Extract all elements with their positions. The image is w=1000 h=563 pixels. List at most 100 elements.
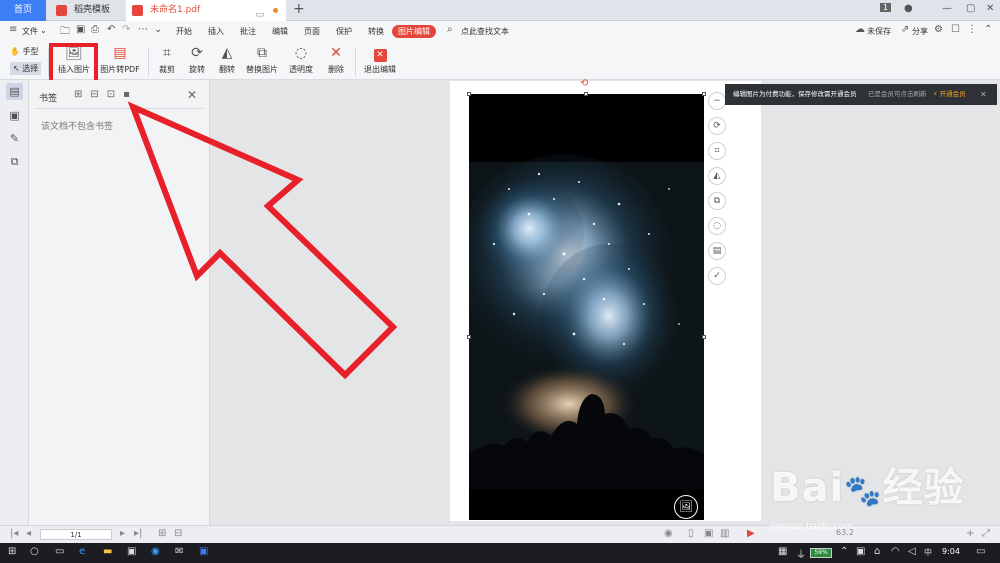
unsaved-status[interactable]: 未保存 (867, 26, 891, 37)
confirm-tool-icon[interactable]: ✓ (708, 267, 726, 285)
flip-button[interactable]: ◭ 翻转 (216, 45, 238, 75)
hamburger-icon[interactable]: ≡ (9, 24, 17, 35)
mail-icon[interactable]: ✉ (175, 546, 183, 557)
page-count-badge[interactable]: 1 (880, 3, 892, 12)
transparency-tool-icon[interactable]: ◌ (708, 217, 726, 235)
new-tab-button[interactable]: + (293, 1, 305, 17)
resize-handle[interactable] (584, 92, 588, 96)
exit-edit-button[interactable]: ✕ 退出编辑 (362, 45, 398, 75)
menu-convert[interactable]: 转换 (368, 26, 384, 37)
replace-image-button[interactable]: ⧉ 替换图片 (244, 45, 280, 75)
first-page-icon[interactable]: |◂ (10, 528, 18, 539)
page-add-icon[interactable]: ⊞ (158, 528, 166, 539)
save-icon[interactable]: ▣ (76, 24, 85, 35)
cortana-icon[interactable]: ○ (30, 546, 39, 557)
book-view-icon[interactable]: ▥ (720, 528, 729, 539)
tab-document[interactable]: 未命名1.pdf ▭ (126, 0, 286, 21)
menu-page[interactable]: 页面 (304, 26, 320, 37)
bookmark-panel-icon[interactable]: ▤ (6, 83, 23, 100)
rotate-tool-icon[interactable]: ⟳ (708, 117, 726, 135)
avatar[interactable]: ● (904, 3, 913, 14)
refresh-hint[interactable]: 已是会员可点击刷新 (868, 84, 927, 105)
wifi-icon[interactable]: ◠ (891, 546, 900, 557)
image-to-pdf-button[interactable]: ▤ 图片转PDF (100, 45, 140, 75)
page-number-input[interactable]: 1/1 (40, 529, 112, 540)
extract-tool-icon[interactable]: ▤ (708, 242, 726, 260)
volume-icon[interactable]: ◁ (908, 546, 916, 557)
open-folder-icon[interactable]: 🗀 (60, 24, 70, 41)
undo-icon[interactable]: ↶ (107, 24, 115, 35)
resize-handle[interactable] (467, 92, 471, 96)
share-icon[interactable]: ⇗ (901, 24, 909, 35)
close-icon[interactable]: ✕ (986, 3, 994, 14)
crop-button[interactable]: ⌗ 裁剪 (156, 45, 178, 75)
eye-icon[interactable]: ◉ (664, 528, 673, 539)
collapse-icon[interactable]: ⌃ (984, 24, 992, 35)
continuous-page-icon[interactable]: ▣ (704, 528, 713, 539)
search-icon[interactable]: ⌕ (447, 24, 453, 35)
minimize-icon[interactable]: — (942, 3, 952, 14)
add-bookmark-icon[interactable]: ⊞ (74, 89, 90, 100)
transparency-button[interactable]: ◌ 透明度 (286, 45, 316, 75)
battery-icon[interactable]: 59% (810, 548, 832, 558)
notification-center-icon[interactable]: ▭ (976, 546, 985, 557)
bookmark-edit-icon[interactable]: ⊡ (107, 89, 123, 100)
tab-home[interactable]: 首页 (0, 0, 46, 21)
photo-action-icon[interactable]: 🖼 (674, 495, 698, 519)
collapse-tools-icon[interactable]: − (708, 92, 726, 110)
print-icon[interactable]: ⎙ (91, 24, 99, 35)
tray-icon[interactable]: ▣ (856, 546, 865, 557)
resize-handle[interactable] (702, 92, 706, 96)
system-clock[interactable]: 9:04 (942, 547, 960, 556)
wps-icon[interactable]: ▣ (199, 546, 208, 557)
fireworks-photo[interactable] (469, 94, 704, 520)
plug-icon[interactable]: ⏚ (796, 546, 806, 561)
menu-protect[interactable]: 保护 (336, 26, 352, 37)
menu-insert[interactable]: 插入 (208, 26, 224, 37)
chevron-down-icon[interactable]: ⌄ (40, 26, 47, 35)
explorer-icon[interactable]: ▬ (103, 546, 112, 557)
annotation-icon[interactable]: ✎ (6, 130, 23, 147)
tray-up-icon[interactable]: ⌃ (840, 546, 848, 557)
menu-edit[interactable]: 编辑 (272, 26, 288, 37)
cloud-icon[interactable]: ☁ (855, 24, 865, 35)
replace-tool-icon[interactable]: ⧉ (708, 192, 726, 210)
edge-icon[interactable]: e (79, 546, 85, 557)
prev-page-icon[interactable]: ◂ (26, 528, 31, 539)
crop-tool-icon[interactable]: ⌗ (708, 142, 726, 160)
delete-button[interactable]: ✕ 删除 (325, 45, 347, 75)
hand-tool[interactable]: ✋ 手型 (10, 46, 39, 57)
rotate-button[interactable]: ⟳ 旋转 (185, 45, 209, 75)
panel-close-icon[interactable]: ✕ (187, 88, 197, 102)
flip-tool-icon[interactable]: ◭ (708, 167, 726, 185)
rotate-handle-icon[interactable]: ⟲ (580, 78, 588, 89)
bookmark-delete-icon[interactable]: ▪ (123, 89, 138, 100)
store-icon[interactable]: ▣ (127, 546, 136, 557)
input-language[interactable]: 中 (924, 547, 932, 558)
last-page-icon[interactable]: ▸| (134, 528, 142, 539)
fullscreen-icon[interactable]: ⤢ (982, 528, 990, 539)
comment-icon[interactable]: ☐ (951, 24, 960, 35)
menu-start[interactable]: 开始 (176, 26, 192, 37)
notification-close-icon[interactable]: ✕ (980, 84, 987, 105)
tab-template[interactable]: 稻壳模板 (50, 0, 122, 21)
resize-handle[interactable] (702, 335, 706, 339)
task-view-icon[interactable]: ▭ (55, 546, 64, 557)
thumbnail-icon[interactable]: ▣ (6, 107, 23, 124)
search-input[interactable]: 点此查找文本 (461, 26, 509, 37)
more-icon[interactable]: ⋯ (138, 24, 148, 35)
redo-icon[interactable]: ↷ (122, 24, 130, 35)
settings-icon[interactable]: ⚙ (934, 24, 943, 35)
select-tool[interactable]: ↖ 选择 (10, 62, 42, 75)
single-page-icon[interactable]: ▯ (688, 528, 694, 539)
zoom-in-icon[interactable]: + (966, 528, 974, 539)
grid-icon[interactable]: ▦ (778, 546, 787, 557)
next-page-icon[interactable]: ▸ (120, 528, 125, 539)
menu-annotate[interactable]: 批注 (240, 26, 256, 37)
restore-icon[interactable]: ▢ (966, 3, 975, 14)
menu-file[interactable]: 文件 (22, 26, 38, 37)
dropdown-icon[interactable]: ⌄ (154, 24, 162, 35)
network-icon[interactable]: ⌂ (874, 546, 880, 557)
upgrade-button[interactable]: ⚡ 开通会员 (933, 84, 966, 105)
play-icon[interactable]: ▶ (747, 528, 755, 539)
